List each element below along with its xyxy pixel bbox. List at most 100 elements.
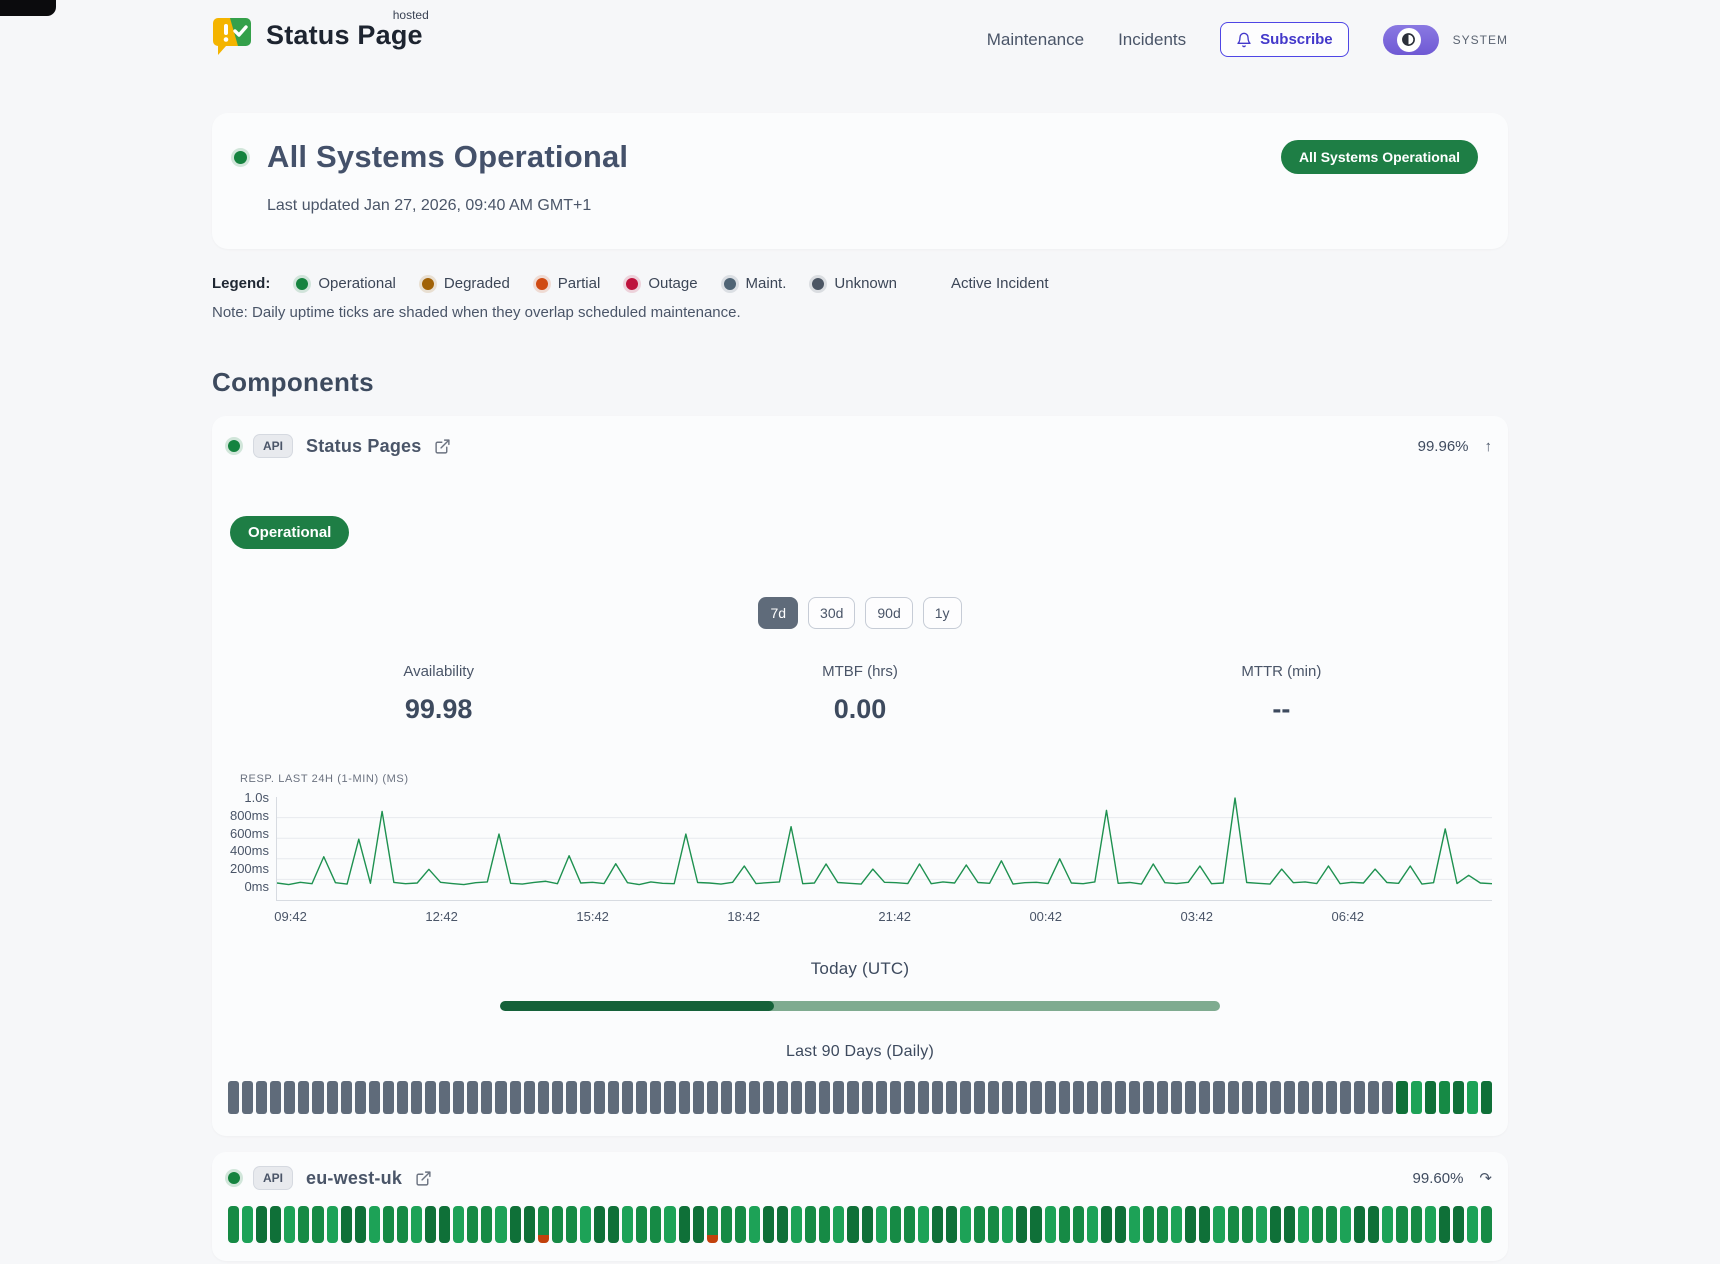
uptime-day-tick[interactable] [369,1206,380,1243]
external-link-icon[interactable] [434,438,451,455]
uptime-day-tick[interactable] [622,1081,633,1114]
external-link-icon[interactable] [415,1170,432,1187]
uptime-day-tick[interactable] [439,1081,450,1114]
uptime-day-tick[interactable] [228,1206,239,1243]
uptime-day-tick[interactable] [397,1081,408,1114]
uptime-day-tick[interactable] [735,1081,746,1114]
uptime-day-tick[interactable] [1368,1206,1379,1243]
uptime-day-tick[interactable] [327,1081,338,1114]
uptime-day-tick[interactable] [369,1081,380,1114]
uptime-day-tick[interactable] [524,1206,535,1243]
uptime-day-tick[interactable] [805,1206,816,1243]
uptime-day-tick[interactable] [650,1206,661,1243]
uptime-day-tick[interactable] [1256,1206,1267,1243]
uptime-day-tick[interactable] [341,1081,352,1114]
uptime-day-tick[interactable] [1073,1081,1084,1114]
uptime-day-tick[interactable] [1171,1081,1182,1114]
uptime-day-tick[interactable] [749,1081,760,1114]
uptime-day-tick[interactable] [1242,1081,1253,1114]
range-button-30d[interactable]: 30d [808,597,855,629]
uptime-day-tick[interactable] [932,1081,943,1114]
uptime-day-tick[interactable] [1340,1081,1351,1114]
logo[interactable]: hosted Status Page [212,14,423,65]
uptime-day-tick[interactable] [256,1081,267,1114]
uptime-day-tick[interactable] [1157,1206,1168,1243]
uptime-day-tick[interactable] [1425,1206,1436,1243]
uptime-day-tick[interactable] [552,1206,563,1243]
uptime-day-tick[interactable] [1312,1081,1323,1114]
uptime-day-tick[interactable] [594,1081,605,1114]
uptime-day-tick[interactable] [805,1081,816,1114]
uptime-day-tick[interactable] [481,1206,492,1243]
uptime-day-tick[interactable] [1143,1206,1154,1243]
uptime-day-tick[interactable] [1059,1081,1070,1114]
uptime-day-tick[interactable] [1298,1206,1309,1243]
uptime-day-tick[interactable] [974,1081,985,1114]
nav-maintenance[interactable]: Maintenance [987,30,1084,50]
uptime-day-tick[interactable] [566,1206,577,1243]
uptime-day-tick[interactable] [1326,1081,1337,1114]
uptime-day-tick[interactable] [284,1206,295,1243]
uptime-day-tick[interactable] [707,1206,718,1243]
uptime-day-tick[interactable] [721,1081,732,1114]
uptime-day-tick[interactable] [1185,1206,1196,1243]
theme-toggle[interactable] [1383,25,1439,55]
uptime-day-tick[interactable] [580,1081,591,1114]
uptime-day-tick[interactable] [1312,1206,1323,1243]
uptime-day-tick[interactable] [904,1081,915,1114]
uptime-day-tick[interactable] [749,1206,760,1243]
uptime-day-tick[interactable] [791,1206,802,1243]
uptime-day-tick[interactable] [1396,1081,1407,1114]
uptime-day-tick[interactable] [946,1206,957,1243]
uptime-day-tick[interactable] [566,1081,577,1114]
uptime-day-tick[interactable] [425,1081,436,1114]
uptime-day-tick[interactable] [284,1081,295,1114]
uptime-day-tick[interactable] [411,1206,422,1243]
uptime-day-tick[interactable] [481,1081,492,1114]
uptime-day-tick[interactable] [1073,1206,1084,1243]
subscribe-button[interactable]: Subscribe [1220,22,1349,57]
uptime-day-tick[interactable] [735,1206,746,1243]
uptime-day-tick[interactable] [383,1081,394,1114]
uptime-day-tick[interactable] [707,1081,718,1114]
uptime-day-tick[interactable] [270,1081,281,1114]
uptime-day-tick[interactable] [355,1081,366,1114]
uptime-day-tick[interactable] [1087,1206,1098,1243]
uptime-day-tick[interactable] [974,1206,985,1243]
uptime-day-tick[interactable] [242,1206,253,1243]
uptime-day-tick[interactable] [242,1081,253,1114]
uptime-day-tick[interactable] [1185,1081,1196,1114]
uptime-day-tick[interactable] [1439,1206,1450,1243]
uptime-day-tick[interactable] [524,1081,535,1114]
uptime-day-tick[interactable] [1030,1081,1041,1114]
uptime-day-tick[interactable] [467,1081,478,1114]
uptime-day-tick[interactable] [580,1206,591,1243]
uptime-day-tick[interactable] [664,1081,675,1114]
uptime-day-tick[interactable] [1284,1081,1295,1114]
uptime-day-tick[interactable] [847,1081,858,1114]
uptime-day-tick[interactable] [1143,1081,1154,1114]
uptime-day-tick[interactable] [453,1081,464,1114]
uptime-day-tick[interactable] [1467,1206,1478,1243]
uptime-day-tick[interactable] [1059,1206,1070,1243]
uptime-day-tick[interactable] [918,1081,929,1114]
uptime-day-tick[interactable] [453,1206,464,1243]
uptime-day-tick[interactable] [1453,1081,1464,1114]
uptime-day-tick[interactable] [960,1206,971,1243]
expand-icon[interactable]: ↷ [1479,1171,1492,1186]
uptime-day-tick[interactable] [1453,1206,1464,1243]
uptime-day-tick[interactable] [1213,1081,1224,1114]
uptime-day-tick[interactable] [1199,1081,1210,1114]
uptime-day-tick[interactable] [1002,1206,1013,1243]
uptime-day-tick[interactable] [636,1206,647,1243]
uptime-day-tick[interactable] [510,1206,521,1243]
uptime-day-tick[interactable] [383,1206,394,1243]
uptime-day-tick[interactable] [228,1081,239,1114]
uptime-day-tick[interactable] [298,1081,309,1114]
uptime-day-tick[interactable] [1045,1081,1056,1114]
uptime-day-tick[interactable] [1045,1206,1056,1243]
uptime-day-tick[interactable] [763,1081,774,1114]
uptime-day-tick[interactable] [1354,1081,1365,1114]
uptime-day-tick[interactable] [1199,1206,1210,1243]
uptime-day-tick[interactable] [608,1206,619,1243]
